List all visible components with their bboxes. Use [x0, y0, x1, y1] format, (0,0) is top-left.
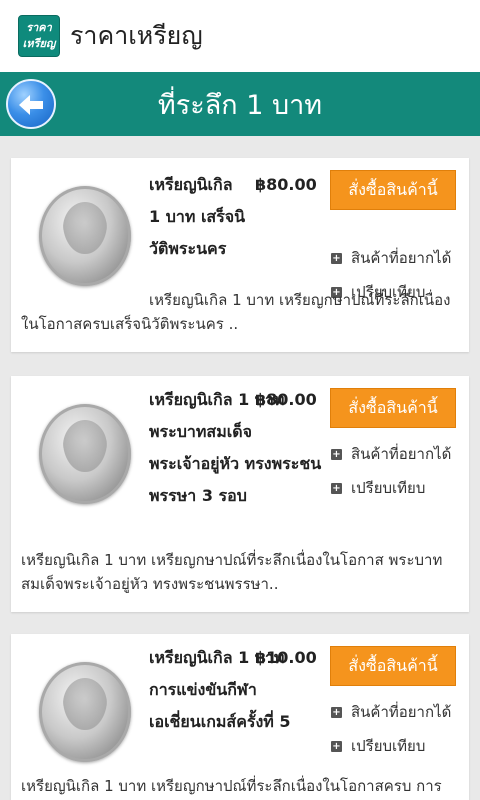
compare-link[interactable]: + เปรียบเทียบ: [331, 734, 425, 758]
plus-icon: +: [331, 252, 342, 264]
plus-icon: +: [331, 448, 342, 460]
compare-link[interactable]: + เปรียบเทียบ: [331, 476, 425, 500]
product-card[interactable]: เหรียญนิเกิล 1 บาท การแข่งขันกีฬาเอเชี่ย…: [11, 634, 469, 800]
coin-image[interactable]: [39, 662, 131, 762]
product-description: เหรียญนิเกิล 1 บาท เหรียญกษาปณ์ที่ระลึกเ…: [21, 777, 442, 795]
wishlist-label: สินค้าที่อยากได้: [351, 445, 452, 463]
app-title: ราคาเหรียญ: [70, 21, 203, 50]
page-title: ที่ระลึก 1 บาท: [157, 89, 323, 121]
buy-button[interactable]: สั่งซื้อสินค้านี้: [330, 388, 456, 428]
wishlist-link[interactable]: + สินค้าที่อยากได้: [331, 442, 451, 466]
product-description: เหรียญนิเกิล 1 บาท เหรียญกษาปณ์ที่ระลึกเ…: [21, 291, 451, 333]
product-price: ฿80.00: [255, 175, 317, 194]
wishlist-link[interactable]: + สินค้าที่อยากได้: [331, 246, 451, 270]
app-logo-icon: ราคา เหรียญ: [18, 15, 60, 57]
app-bar: ราคา เหรียญ ราคาเหรียญ: [0, 0, 480, 72]
product-price: ฿10.00: [255, 648, 317, 667]
coin-image[interactable]: [39, 186, 131, 286]
plus-icon: +: [331, 482, 342, 494]
buy-button[interactable]: สั่งซื้อสินค้านี้: [330, 170, 456, 210]
buy-button[interactable]: สั่งซื้อสินค้านี้: [330, 646, 456, 686]
product-card[interactable]: เหรียญนิเกิล 1 บาท พระบาทสมเด็จพระเจ้าอย…: [11, 376, 469, 612]
compare-label: เปรียบเทียบ: [351, 737, 426, 755]
page-header: ที่ระลึก 1 บาท: [0, 72, 480, 136]
compare-label: เปรียบเทียบ: [351, 479, 426, 497]
coin-image[interactable]: [39, 404, 131, 504]
back-button[interactable]: [6, 79, 56, 129]
app-logo-line-2: เหรียญ: [22, 37, 56, 50]
wishlist-link[interactable]: + สินค้าที่อยากได้: [331, 700, 451, 724]
product-card[interactable]: เหรียญนิเกิล 1 บาท เสร็จนิวัติพระนคร ฿80…: [11, 158, 469, 352]
app-logo-line-1: ราคา: [26, 21, 52, 34]
wishlist-label: สินค้าที่อยากได้: [351, 249, 452, 267]
wishlist-label: สินค้าที่อยากได้: [351, 703, 452, 721]
product-price: ฿80.00: [255, 390, 317, 409]
back-arrow-icon: [19, 95, 43, 115]
plus-icon: +: [331, 706, 342, 718]
plus-icon: +: [331, 740, 342, 752]
product-name[interactable]: เหรียญนิเกิล 1 บาท เสร็จนิวัติพระนคร: [149, 169, 249, 265]
product-description: เหรียญนิเกิล 1 บาท เหรียญกษาปณ์ที่ระลึกเ…: [21, 551, 443, 593]
product-list[interactable]: เหรียญนิเกิล 1 บาท เสร็จนิวัติพระนคร ฿80…: [0, 136, 480, 800]
